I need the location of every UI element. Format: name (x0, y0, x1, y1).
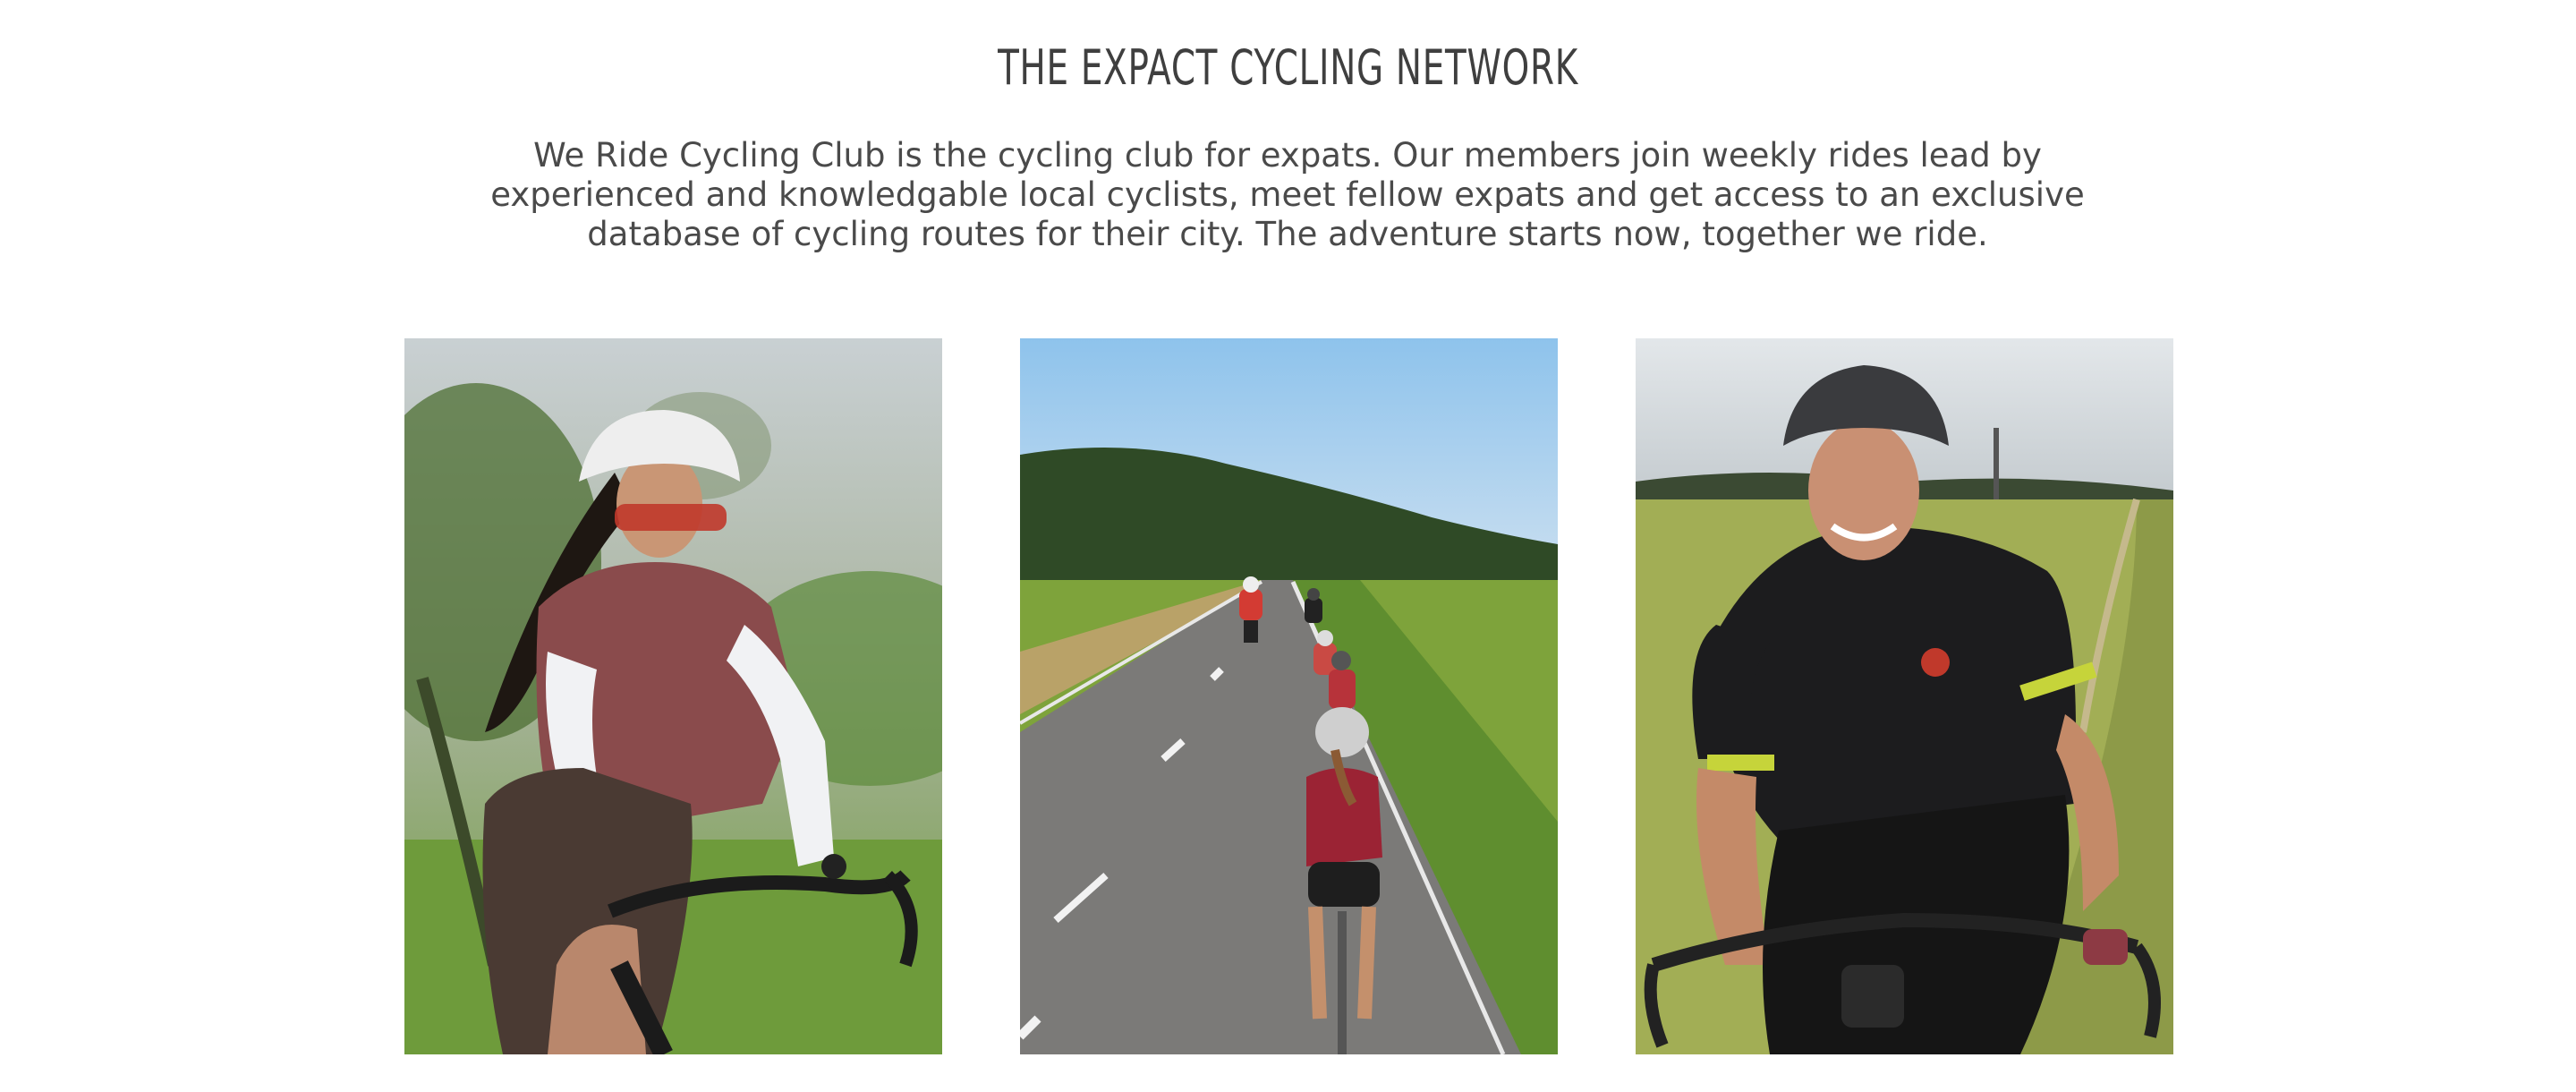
section-heading: THE EXPACT CYCLING NETWORK (998, 39, 1578, 96)
man-cyclist-portrait-icon (1636, 338, 2173, 1054)
photo-group-ride (1020, 338, 1558, 1054)
photo-woman-cyclist (404, 338, 942, 1054)
photo-man-cyclist (1636, 338, 2173, 1054)
section-intro: We Ride Cycling Club is the cycling club… (490, 136, 2085, 253)
group-ride-road-icon (1020, 338, 1558, 1054)
woman-cyclist-portrait-icon (404, 338, 942, 1054)
about-section: THE EXPACT CYCLING NETWORK We Ride Cycli… (0, 0, 2576, 1092)
